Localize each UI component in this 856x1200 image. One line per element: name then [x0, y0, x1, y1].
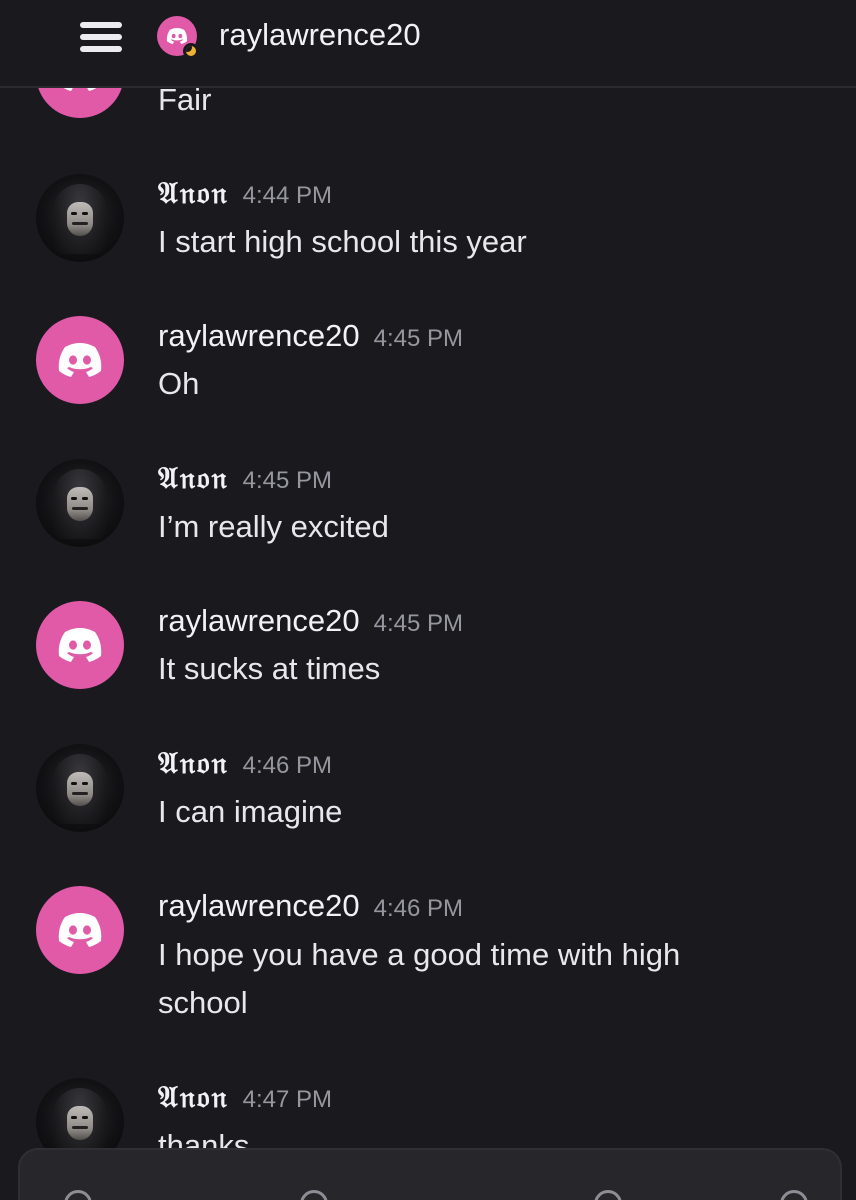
user-avatar[interactable] — [36, 601, 124, 689]
message-author[interactable]: raylawrence20 4:46 PM — [158, 886, 463, 929]
message-timestamp: 4:44 PM — [242, 182, 332, 209]
author-name[interactable]: raylawrence20 — [158, 603, 360, 638]
user-avatar[interactable] — [36, 174, 124, 262]
message-input-bar[interactable] — [18, 1148, 842, 1200]
message-timestamp: 4:46 PM — [242, 752, 332, 779]
send-icon[interactable] — [780, 1190, 808, 1200]
message-author[interactable]: 𝔄𝔫𝔬𝔫 4:46 PM — [158, 744, 332, 786]
emoji-icon[interactable] — [594, 1190, 622, 1200]
author-name[interactable]: raylawrence20 — [158, 318, 360, 353]
author-name[interactable]: raylawrence20 — [158, 888, 360, 923]
message-timestamp: 4:45 PM — [373, 325, 463, 352]
user-avatar[interactable] — [36, 459, 124, 547]
hamburger-menu-icon[interactable] — [80, 22, 122, 52]
message-text: Oh — [158, 366, 200, 401]
message-author[interactable]: 𝔄𝔫𝔬𝔫 4:44 PM — [158, 174, 332, 216]
discord-logo-icon — [58, 913, 102, 947]
author-name[interactable]: 𝔄𝔫𝔬𝔫 — [158, 461, 229, 496]
message-text: I can imagine — [158, 794, 343, 829]
message-text: I start high school this year — [158, 224, 527, 259]
author-name[interactable]: 𝔄𝔫𝔬𝔫 — [158, 1080, 229, 1115]
message-author[interactable]: raylawrence20 4:45 PM — [158, 316, 463, 359]
channel-title[interactable]: raylawrence20 — [219, 14, 421, 56]
idle-status-icon — [183, 43, 199, 59]
message-timestamp: 4:45 PM — [242, 467, 332, 494]
message-text: I’m really excited — [158, 509, 389, 544]
author-name[interactable]: 𝔄𝔫𝔬𝔫 — [158, 746, 229, 781]
discord-logo-icon — [58, 628, 102, 662]
user-avatar[interactable] — [36, 316, 124, 404]
discord-logo-icon — [166, 27, 188, 45]
gift-icon[interactable] — [300, 1190, 328, 1200]
message-timestamp: 4:45 PM — [373, 610, 463, 637]
message-feed[interactable]: Fair 𝔄𝔫𝔬𝔫 4:44 PM I start high school thi… — [0, 0, 856, 1200]
channel-header: raylawrence20 — [0, 0, 856, 88]
message-author[interactable]: 𝔄𝔫𝔬𝔫 4:47 PM — [158, 1078, 332, 1120]
user-avatar[interactable] — [36, 886, 124, 974]
message-text: It sucks at times — [158, 651, 381, 686]
add-attachment-icon[interactable] — [64, 1190, 92, 1200]
author-name[interactable]: 𝔄𝔫𝔬𝔫 — [158, 176, 229, 211]
discord-logo-icon — [58, 343, 102, 377]
message-timestamp: 4:47 PM — [242, 1086, 332, 1113]
message-author[interactable]: raylawrence20 4:45 PM — [158, 601, 463, 644]
message-author[interactable]: 𝔄𝔫𝔬𝔫 4:45 PM — [158, 459, 332, 501]
message-timestamp: 4:46 PM — [373, 895, 463, 922]
header-avatar[interactable] — [157, 16, 201, 60]
message-text: I hope you have a good time with high sc… — [158, 937, 681, 1020]
user-avatar[interactable] — [36, 744, 124, 832]
